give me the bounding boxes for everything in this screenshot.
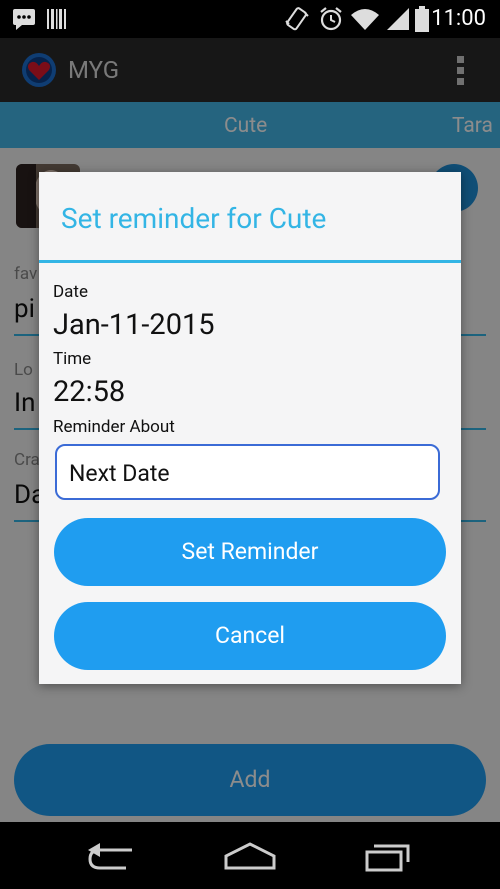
reminder-dialog: Set reminder for Cute Date Jan-11-2015 T… [39,172,461,684]
home-icon[interactable] [222,842,278,870]
status-time: 11:00 [431,6,486,31]
barcode-icon [47,9,66,29]
signal-icon [387,8,409,30]
navigation-bar [0,822,500,889]
wifi-icon [351,9,379,30]
reminder-about-label: Reminder About [53,417,175,437]
date-value[interactable]: Jan-11-2015 [53,308,215,342]
back-icon[interactable] [86,842,136,870]
dialog-title-divider [39,260,461,263]
vibrate-icon [285,7,309,31]
set-reminder-button[interactable]: Set Reminder [54,518,446,586]
status-bar: 11:00 [0,0,500,38]
dialog-title: Set reminder for Cute [61,202,327,235]
recents-icon[interactable] [364,840,414,872]
battery-icon [415,6,429,32]
chat-icon [13,9,35,30]
time-value[interactable]: 22:58 [53,375,125,409]
time-label: Time [53,349,92,369]
alarm-icon [320,7,342,31]
cancel-button[interactable]: Cancel [54,602,446,670]
reminder-about-input[interactable]: Next Date [55,444,440,500]
date-label: Date [53,282,88,302]
